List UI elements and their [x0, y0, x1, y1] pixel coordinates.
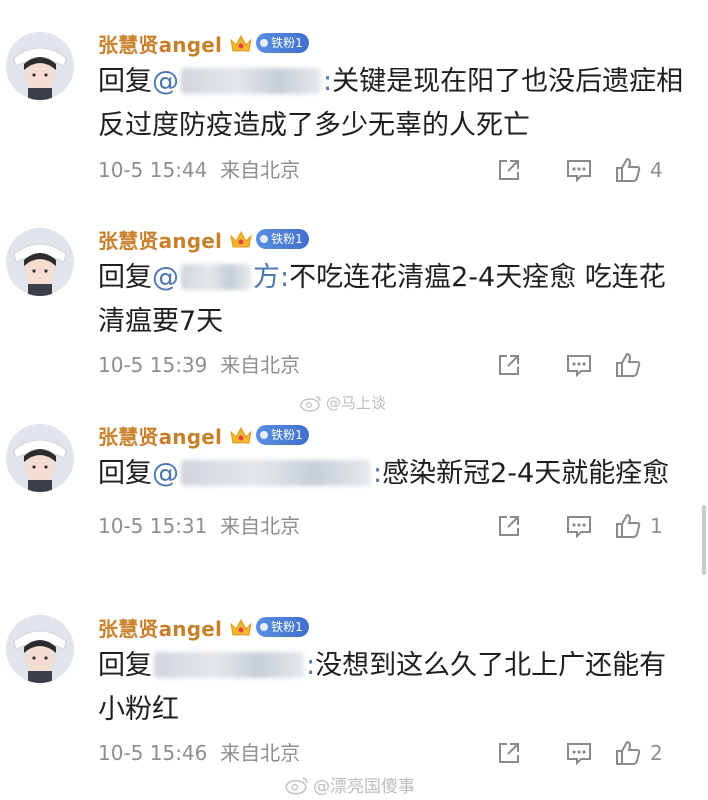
username[interactable]: 张慧贤angel — [98, 29, 222, 58]
share-icon — [499, 516, 519, 536]
comment-actions — [474, 350, 684, 380]
mention-tail: : — [323, 66, 333, 97]
comment-text: 回复@:关键是现在阳了也没后遗症相反过度防疫造成了多少无辜的人死亡 — [98, 60, 688, 148]
like-count: 4 — [650, 158, 663, 182]
username[interactable]: 张慧贤angel — [98, 421, 222, 450]
comment-location: 来自北京 — [220, 514, 301, 538]
badge-label: 铁粉1 — [271, 232, 303, 246]
like-button[interactable] — [614, 350, 684, 380]
scrollbar[interactable] — [702, 505, 706, 575]
comment-location: 来自北京 — [220, 741, 301, 765]
crown-icon — [230, 618, 252, 636]
comment-actions: 1 — [474, 511, 684, 541]
weibo-icon — [300, 395, 321, 412]
name-row: 张慧贤angel 铁粉1 — [98, 612, 309, 642]
reply-prefix: 回复 — [98, 262, 152, 293]
weibo-icon — [285, 777, 308, 795]
comment-icon — [567, 743, 591, 766]
comment-time: 10-5 15:31 — [98, 514, 208, 538]
comment-location: 来自北京 — [220, 353, 301, 377]
name-row: 张慧贤angel 铁粉1 — [98, 28, 309, 58]
avatar[interactable] — [6, 615, 74, 683]
comment-time: 10-5 15:46 — [98, 741, 208, 765]
badge-label: 铁粉1 — [271, 36, 303, 50]
avatar[interactable] — [6, 424, 74, 492]
share-icon — [499, 160, 519, 180]
comment-time: 10-5 15:44 — [98, 158, 208, 182]
badge-dot-icon — [260, 431, 269, 439]
like-count: 1 — [650, 514, 663, 538]
reply-prefix: 回复 — [98, 458, 152, 489]
like-count: 2 — [650, 741, 663, 765]
crown-icon — [230, 426, 252, 444]
username[interactable]: 张慧贤angel — [98, 613, 222, 642]
crown-icon — [230, 34, 252, 52]
comment-actions: 4 — [474, 155, 684, 185]
share-button[interactable] — [474, 155, 544, 185]
like-icon — [616, 513, 641, 538]
badge-dot-icon — [260, 235, 269, 243]
watermark: @漂亮国傻事 — [285, 772, 415, 797]
blurred-username — [181, 264, 251, 290]
fan-badge: 铁粉1 — [256, 33, 309, 53]
reply-button[interactable] — [544, 350, 614, 380]
comment-icon — [567, 160, 591, 183]
mention-tail: : — [306, 650, 316, 681]
username[interactable]: 张慧贤angel — [98, 225, 222, 254]
watermark-text: @马上谈 — [326, 394, 387, 412]
comment-actions: 2 — [474, 738, 684, 768]
comment-location: 来自北京 — [220, 158, 301, 182]
fan-badge: 铁粉1 — [256, 425, 309, 445]
mention[interactable]: @: — [152, 66, 332, 97]
like-icon — [616, 352, 641, 377]
like-icon — [616, 740, 641, 765]
comment-meta: 10-5 15:31 来自北京 — [98, 511, 300, 541]
share-button[interactable] — [474, 350, 544, 380]
share-icon — [499, 743, 519, 763]
reply-button[interactable] — [544, 155, 614, 185]
avatar[interactable] — [6, 32, 74, 100]
watermark-text: @漂亮国傻事 — [313, 777, 415, 797]
badge-label: 铁粉1 — [271, 428, 303, 442]
reply-button[interactable] — [544, 511, 614, 541]
share-button[interactable] — [474, 511, 544, 541]
blurred-username — [181, 460, 371, 486]
reply-prefix: 回复 — [98, 650, 152, 681]
name-row: 张慧贤angel 铁粉1 — [98, 420, 309, 450]
comment-text: 回复:没想到这么久了北上广还能有小粉红 — [98, 644, 688, 732]
like-button[interactable]: 1 — [614, 511, 684, 541]
crown-icon — [230, 230, 252, 248]
reply-prefix: 回复 — [98, 66, 152, 97]
share-button[interactable] — [474, 738, 544, 768]
comment-meta: 10-5 15:44 来自北京 — [98, 155, 300, 185]
reply-button[interactable] — [544, 738, 614, 768]
badge-dot-icon — [260, 623, 269, 631]
blurred-username — [154, 652, 304, 678]
mention[interactable]: @: — [152, 458, 382, 489]
name-row: 张慧贤angel 铁粉1 — [98, 224, 309, 254]
comment-icon — [567, 355, 591, 378]
mention-tail: 方: — [253, 262, 290, 293]
fan-badge: 铁粉1 — [256, 229, 309, 249]
like-icon — [616, 157, 641, 182]
mention[interactable]: : — [152, 650, 315, 681]
like-button[interactable]: 2 — [614, 738, 684, 768]
badge-dot-icon — [260, 39, 269, 47]
share-icon — [499, 355, 519, 375]
like-button[interactable]: 4 — [614, 155, 684, 185]
blurred-username — [181, 68, 321, 94]
fan-badge: 铁粉1 — [256, 617, 309, 637]
avatar[interactable] — [6, 228, 74, 296]
badge-label: 铁粉1 — [271, 620, 303, 634]
comment-meta: 10-5 15:46 来自北京 — [98, 738, 300, 768]
comment-meta: 10-5 15:39 来自北京 — [98, 350, 300, 380]
comment-time: 10-5 15:39 — [98, 353, 208, 377]
comment-text: 回复@:感染新冠2-4天就能痊愈 — [98, 452, 688, 496]
watermark: @马上谈 — [300, 392, 386, 413]
mention[interactable]: @ 方: — [152, 262, 289, 293]
comment-icon — [567, 516, 591, 539]
mention-tail: : — [373, 458, 383, 489]
comment-text: 回复@ 方:不吃连花清瘟2-4天痊愈 吃连花清瘟要7天 — [98, 256, 688, 344]
comment-body: 感染新冠2-4天就能痊愈 — [382, 458, 670, 489]
